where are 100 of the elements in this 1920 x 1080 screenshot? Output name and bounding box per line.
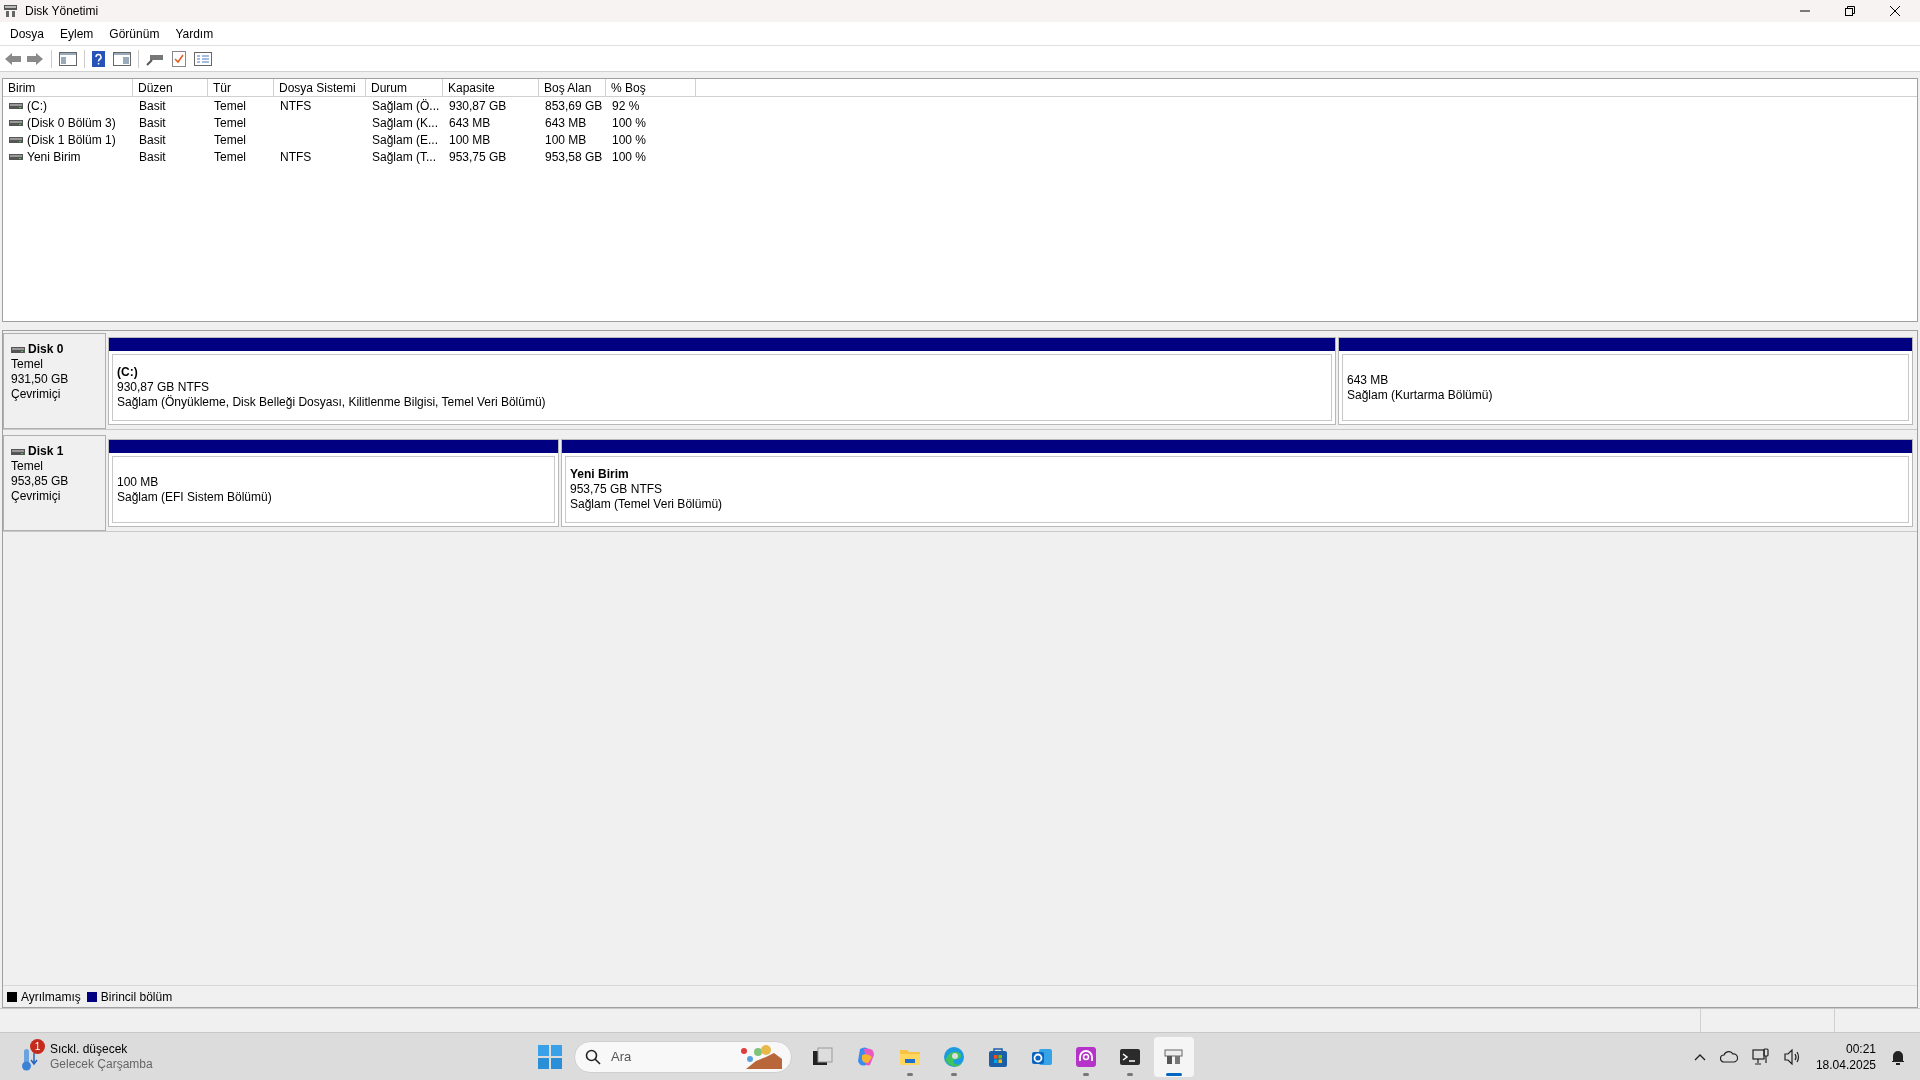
table-cell-text: 953,75 GB <box>449 148 507 166</box>
chevron-up-icon[interactable] <box>1693 1052 1706 1061</box>
pane-icon[interactable] <box>113 51 131 66</box>
partition-block[interactable]: Yeni Birim 953,75 GB NTFS Sağlam (Temel Veri Bölümü) <box>561 439 1913 527</box>
table-cell-text: Temel <box>214 97 246 115</box>
menu-item[interactable]: Yardım <box>167 24 222 43</box>
menu-item[interactable]: Dosya <box>2 24 52 43</box>
table-cell-text: 953,58 GB <box>545 148 603 166</box>
partition-label: (C:) <box>117 365 139 380</box>
partition-status: Sağlam (Önyükleme, Disk Belleği Dosyası, Kilitlenme Bilgisi, Temel Veri Bölümü) <box>117 395 547 410</box>
properties-icon[interactable] <box>194 51 212 66</box>
bell-icon[interactable] <box>1890 1048 1906 1065</box>
disk-type: Temel <box>11 459 44 474</box>
restore-icon <box>1844 6 1855 16</box>
forward-icon[interactable] <box>26 51 44 66</box>
menu-item[interactable]: Eylem <box>52 24 102 43</box>
table-cell-text: 643 MB <box>449 114 491 132</box>
partition-block[interactable]: 100 MB Sağlam (EFI Sistem Bölümü) <box>108 439 559 527</box>
table-cell-text: Sağlam (Ö... <box>372 97 440 115</box>
weather-title: Sıckl. düşecek <box>50 1042 129 1057</box>
back-icon[interactable] <box>4 51 22 66</box>
notification-badge: 1 <box>30 1039 45 1054</box>
weather-subtitle: Gelecek Çarşamba <box>50 1057 153 1072</box>
drive-icon <box>9 102 23 109</box>
network-icon[interactable] <box>1751 1047 1770 1066</box>
table-cell-text: NTFS <box>280 148 312 166</box>
drive-icon <box>9 153 23 160</box>
table-cell-text: Basit <box>139 131 166 149</box>
disk-size: 931,50 GB <box>11 372 70 387</box>
column-header[interactable]: Durum <box>366 79 443 96</box>
table-cell-text: 853,69 GB <box>545 97 603 115</box>
disk-status: Çevrimiçi <box>11 489 62 504</box>
column-header[interactable]: Dosya Sistemi <box>274 79 366 96</box>
table-cell-text: Basit <box>139 148 166 166</box>
column-header[interactable]: Boş Alan <box>539 79 606 96</box>
table-cell-text: Basit <box>139 114 166 132</box>
partition-size: 643 MB <box>1347 372 1390 388</box>
thermometer-icon <box>20 1049 38 1071</box>
table-cell-text: (Disk 0 Bölüm 3) <box>27 114 116 132</box>
drive-icon <box>9 136 23 143</box>
partition-size: 930,87 GB NTFS <box>117 380 211 395</box>
partition-block[interactable]: 643 MB Sağlam (Kurtarma Bölümü) <box>1338 337 1913 425</box>
disk-type: Temel <box>11 357 44 372</box>
disk-name: Disk 1 <box>28 444 64 459</box>
table-cell-text: Sağlam (K... <box>372 114 439 132</box>
table-cell-text: 930,87 GB <box>449 97 507 115</box>
partition-size: 100 MB <box>117 474 160 490</box>
help-icon[interactable] <box>92 50 105 67</box>
checklist-icon[interactable] <box>172 50 186 67</box>
partition-status: Sağlam (Kurtarma Bölümü) <box>1347 387 1494 403</box>
partition-label: Yeni Birim <box>570 467 630 482</box>
column-header[interactable]: % Boş <box>606 79 696 96</box>
table-cell-text: Sağlam (E... <box>372 131 439 149</box>
window-title: Disk Yönetimi <box>25 3 99 20</box>
partition-size: 953,75 GB NTFS <box>570 482 664 497</box>
table-cell-text: Temel <box>214 148 246 166</box>
partition-status: Sağlam (Temel Veri Bölümü) <box>570 497 724 512</box>
table-cell-text: 100 % <box>612 148 647 166</box>
partition-block[interactable]: (C:) 930,87 GB NTFS Sağlam (Önyükleme, Disk Belleği Dosyası, Kilitlenme Bilgisi, Temel Veri Bölümü) <box>108 337 1336 425</box>
column-header[interactable]: Tür <box>208 79 274 96</box>
drive-icon <box>11 448 25 455</box>
table-cell-text: Basit <box>139 97 166 115</box>
search-icon <box>584 1048 601 1065</box>
drive-icon <box>9 119 23 126</box>
disk-name: Disk 0 <box>28 342 64 357</box>
table-cell-text: 643 MB <box>545 114 587 132</box>
weather-widget[interactable]: 1 Sıckl. düşecek Gelecek Çarşamba <box>20 1037 153 1077</box>
table-cell-text: (C:) <box>27 97 47 115</box>
table-cell-text: 100 % <box>612 131 647 149</box>
partition-status: Sağlam (EFI Sistem Bölümü) <box>117 489 273 505</box>
browser-swirl-icon <box>941 1044 966 1069</box>
cloud-icon[interactable] <box>1719 1050 1738 1063</box>
table-cell-text: Temel <box>214 131 246 149</box>
headphone-app-icon <box>1073 1044 1098 1069</box>
legend-label: Ayrılmamış <box>21 988 81 1006</box>
table-cell-text: 100 MB <box>545 131 587 149</box>
close-icon <box>1889 6 1900 16</box>
start-icon[interactable] <box>537 1044 562 1069</box>
search-field[interactable]: Ara <box>573 1040 792 1073</box>
table-cell-text: Yeni Birim <box>27 148 81 166</box>
legend-label: Birincil bölüm <box>100 988 173 1006</box>
console-tree-icon[interactable] <box>59 51 77 66</box>
app-icon <box>3 4 19 18</box>
table-cell-text: NTFS <box>280 97 312 115</box>
table-cell-text: Temel <box>214 114 246 132</box>
column-header[interactable]: Kapasite <box>443 79 539 96</box>
taskbar-button[interactable] <box>1153 1036 1194 1077</box>
menu-item[interactable]: Görünüm <box>101 24 168 43</box>
table-cell-text: (Disk 1 Bölüm 1) <box>27 131 116 149</box>
table-cell-text: 92 % <box>612 97 640 115</box>
table-cell-text: 100 MB <box>449 131 491 149</box>
table-cell-text: 100 % <box>612 114 647 132</box>
disk-size: 953,85 GB <box>11 474 70 489</box>
volume-icon[interactable] <box>1783 1048 1802 1065</box>
drive-icon <box>11 346 25 353</box>
clock[interactable]: 00:21 18.04.2025 <box>1815 1040 1876 1073</box>
table-cell-text: Sağlam (T... <box>372 148 437 166</box>
column-header[interactable]: Birim <box>3 79 133 96</box>
disk-status: Çevrimiçi <box>11 387 62 402</box>
column-header[interactable]: Düzen <box>133 79 208 96</box>
